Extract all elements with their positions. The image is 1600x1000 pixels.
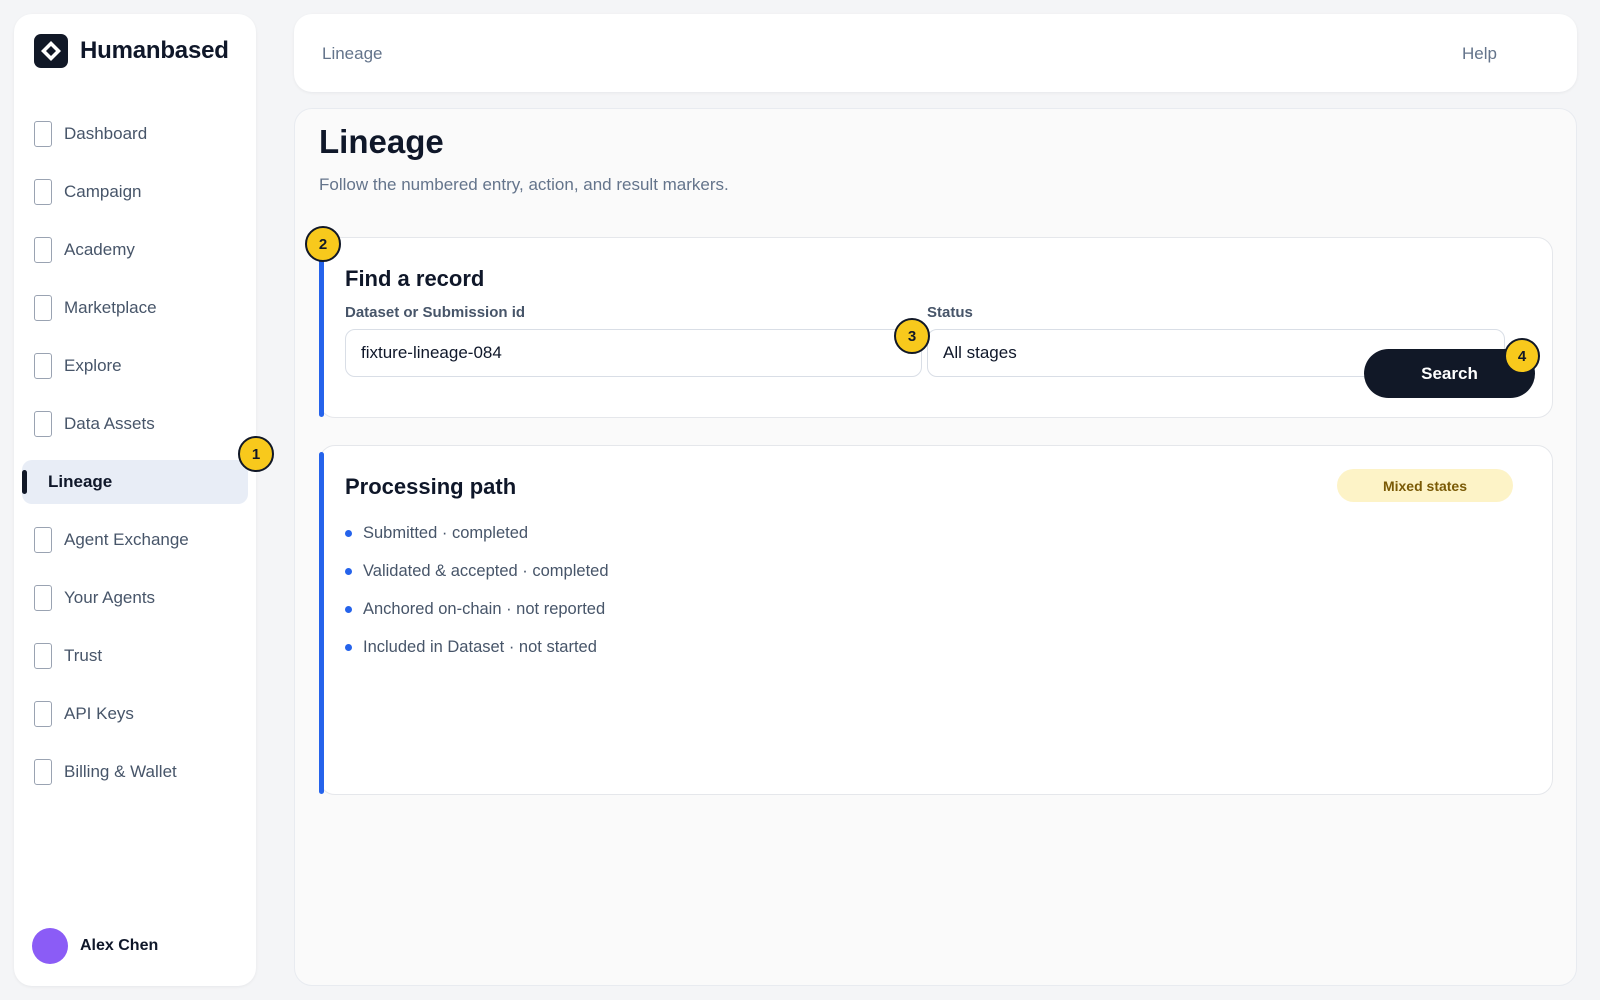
help-link[interactable]: Help	[1462, 44, 1497, 64]
sidebar-item-academy[interactable]: Academy	[22, 228, 248, 272]
card-accent-bar	[319, 452, 324, 794]
processing-steps: Submitted · completed Validated & accept…	[345, 514, 609, 666]
sidebar-item-label: Data Assets	[64, 414, 155, 433]
page-icon	[34, 527, 52, 553]
main-panel: Lineage Follow the numbered entry, actio…	[294, 108, 1577, 986]
id-field-label: Dataset or Submission id	[345, 304, 526, 321]
page-icon	[34, 585, 52, 611]
marker-2: 2	[305, 226, 341, 262]
sidebar-item-label: Agent Exchange	[64, 530, 189, 549]
bullet-icon	[345, 643, 352, 651]
sidebar-nav: Dashboard Campaign Academy Marketplace E…	[22, 112, 248, 808]
status-badge: Mixed states	[1337, 469, 1513, 502]
sidebar-item-campaign[interactable]: Campaign	[22, 170, 248, 214]
page-icon	[34, 295, 52, 321]
bullet-icon	[345, 567, 352, 575]
page-icon	[34, 121, 52, 147]
page-icon	[34, 237, 52, 263]
sidebar-item-label: Marketplace	[64, 298, 157, 317]
sidebar-item-explore[interactable]: Explore	[22, 344, 248, 388]
id-input[interactable]: fixture-lineage-084	[345, 329, 922, 377]
card-title: Find a record	[345, 266, 485, 291]
sidebar: Humanbased Dashboard Campaign Academy Ma…	[14, 14, 256, 986]
brand-logo-icon	[34, 34, 68, 68]
breadcrumb[interactable]: Lineage	[322, 44, 383, 64]
bullet-icon	[345, 605, 352, 613]
processing-path-card: Processing path Mixed states Submitted ·…	[319, 445, 1553, 795]
bullet-icon	[345, 529, 352, 537]
sidebar-item-label: Explore	[64, 356, 122, 375]
sidebar-item-trust[interactable]: Trust	[22, 634, 248, 678]
top-bar: Lineage Help	[294, 14, 1577, 92]
sidebar-item-label: Billing & Wallet	[64, 762, 177, 781]
marker-3: 3	[894, 318, 930, 354]
brand[interactable]: Humanbased	[34, 34, 229, 68]
marker-4: 4	[1504, 338, 1540, 374]
sidebar-item-billing-wallet[interactable]: Billing & Wallet	[22, 750, 248, 794]
sidebar-item-data-assets[interactable]: Data Assets	[22, 402, 248, 446]
find-record-card: Find a record Dataset or Submission id f…	[319, 237, 1553, 418]
sidebar-item-label: API Keys	[64, 704, 134, 723]
avatar	[32, 928, 68, 964]
sidebar-item-label: Trust	[64, 646, 103, 665]
sidebar-item-agent-exchange[interactable]: Agent Exchange	[22, 518, 248, 562]
sidebar-item-marketplace[interactable]: Marketplace	[22, 286, 248, 330]
sidebar-item-lineage[interactable]: Lineage	[22, 460, 248, 504]
page-icon	[34, 179, 52, 205]
list-item: Included in Dataset · not started	[345, 628, 609, 666]
step-text: Submitted · completed	[363, 523, 529, 542]
user-name: Alex Chen	[80, 937, 159, 954]
status-field-label: Status	[927, 304, 973, 321]
page-icon	[34, 759, 52, 785]
step-text: Validated & accepted · completed	[363, 561, 609, 580]
sidebar-item-label: Lineage	[48, 472, 113, 491]
sidebar-item-label: Academy	[64, 240, 135, 259]
sidebar-item-label: Campaign	[64, 182, 142, 201]
page-title: Lineage	[319, 123, 444, 160]
card-title: Processing path	[345, 474, 517, 499]
list-item: Validated & accepted · completed	[345, 552, 609, 590]
page-icon	[34, 701, 52, 727]
list-item: Submitted · completed	[345, 514, 609, 552]
page-icon	[34, 643, 52, 669]
step-text: Included in Dataset · not started	[363, 637, 597, 656]
step-text: Anchored on-chain · not reported	[363, 599, 606, 618]
sidebar-item-label: Your Agents	[64, 588, 156, 607]
list-item: Anchored on-chain · not reported	[345, 590, 609, 628]
page-icon	[34, 411, 52, 437]
marker-1: 1	[238, 436, 274, 472]
card-accent-bar	[319, 244, 324, 417]
sidebar-item-dashboard[interactable]: Dashboard	[22, 112, 248, 156]
brand-name: Humanbased	[80, 37, 229, 64]
page-icon	[34, 353, 52, 379]
page-subtitle: Follow the numbered entry, action, and r…	[319, 175, 729, 194]
sidebar-item-your-agents[interactable]: Your Agents	[22, 576, 248, 620]
sidebar-item-api-keys[interactable]: API Keys	[22, 692, 248, 736]
active-indicator	[22, 470, 27, 494]
sidebar-item-label: Dashboard	[64, 124, 148, 143]
user-profile[interactable]: Alex Chen	[32, 928, 158, 964]
